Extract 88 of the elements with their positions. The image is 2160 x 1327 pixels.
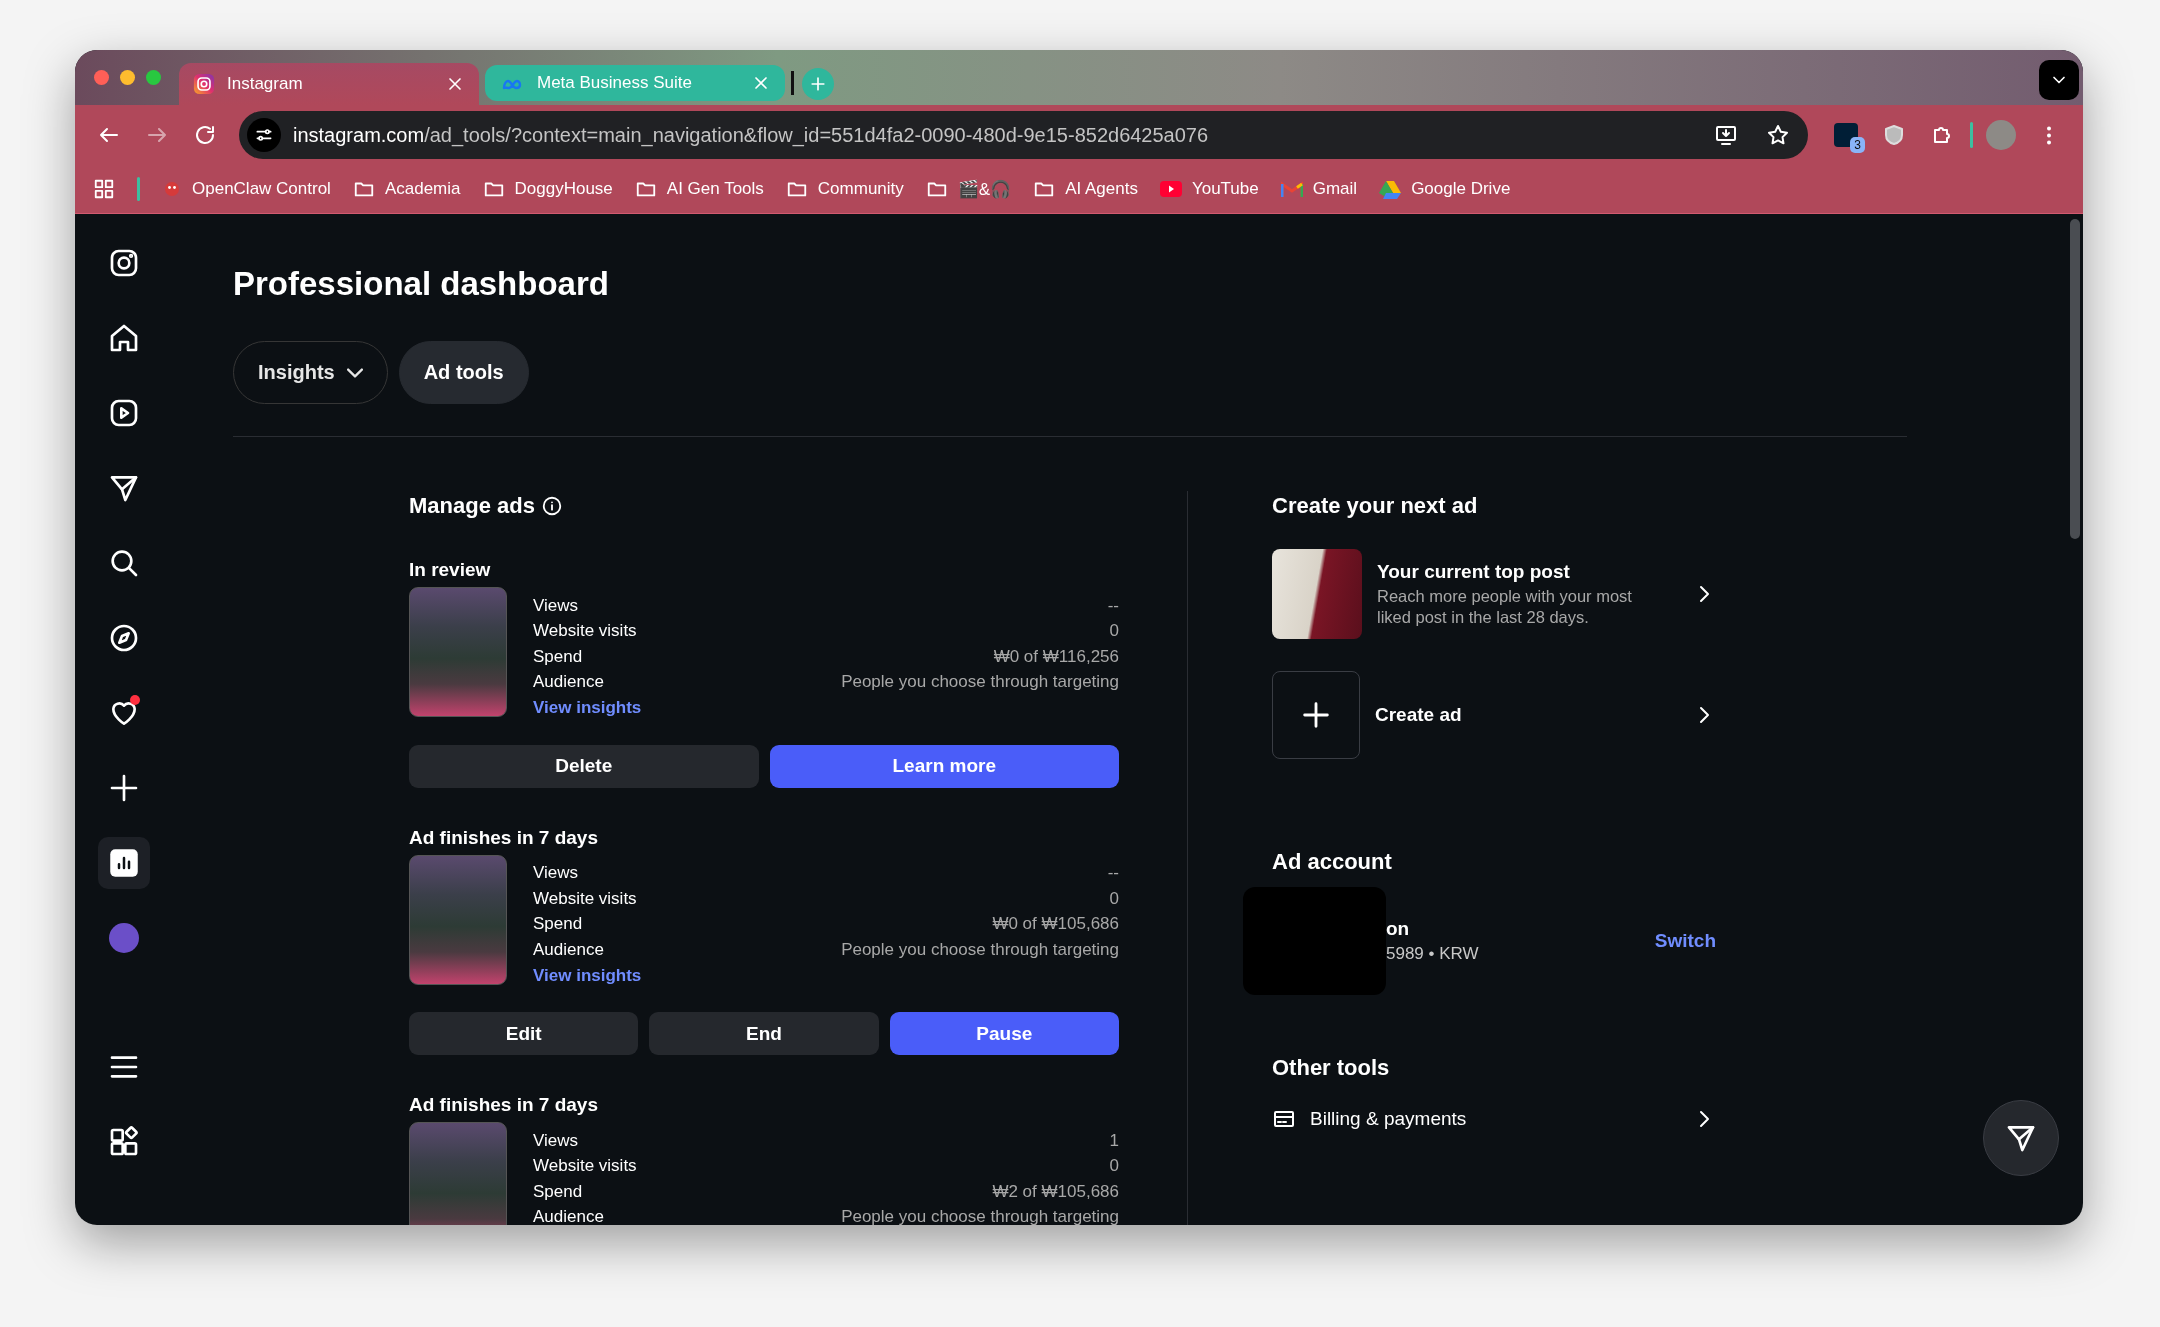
option-title: Create ad [1375,703,1463,727]
stat-value: -- [1107,863,1119,884]
stat-label: Audience [533,672,604,693]
stat-label: Views [533,1130,579,1151]
dashboard-tab[interactable]: Ad tools [398,341,529,404]
shield-icon [1882,123,1906,147]
stat-label: Views [533,863,579,884]
create-option[interactable]: Create ad [1272,671,1716,759]
bookmark[interactable]: AI Agents [1033,178,1138,200]
view-insights-link[interactable]: View insights [533,698,642,717]
camera-favicon-icon [193,73,215,95]
section-heading: Ad account [1272,848,1393,876]
switch-link[interactable]: Switch [1654,930,1716,952]
monitor-download-icon [1714,123,1738,147]
stat-label: Website visits [533,621,637,642]
stat-label: Audience [533,1207,604,1225]
stat-value: ₩0 of ₩105,686 [992,914,1119,935]
grid-icon [93,178,115,200]
ad-action-button[interactable]: Pause [889,1012,1119,1055]
apps-grid-button[interactable] [93,178,115,200]
stat-value: People you choose through targeting [841,1207,1119,1225]
bookmark[interactable]: Gmail [1280,179,1358,199]
chevron-down-icon [346,367,363,378]
option-description: Reach more people with your most liked post in the last 28 days. [1377,586,1633,628]
stat-value: 0 [1109,621,1119,642]
creature-icon [162,179,182,199]
stat-value: 0 [1109,888,1119,909]
ad-action-button[interactable]: Learn more [769,744,1119,788]
section-heading: Other tools [1272,1054,1391,1082]
stat-label: Website visits [533,1156,637,1177]
stat-value: ₩0 of ₩116,256 [993,646,1119,667]
bookmark[interactable]: AI Gen Tools [634,178,764,200]
ad-status-heading: Ad finishes in 7 days [409,1094,599,1116]
bar-chart-icon [108,848,139,878]
stat-value: People you choose through targeting [841,939,1119,960]
section-heading: Manage ads [409,492,535,520]
ad-action-button[interactable]: Edit [409,1012,639,1055]
ad-action-button[interactable]: End [649,1012,879,1055]
stat-value: -- [1107,595,1119,616]
info-icon [540,495,563,517]
stat-label: Spend [533,646,583,667]
address-bar[interactable]: instagram.com/ad_tools/?context=main_navigation&flow_id=551d4fa2-0090-480d-9e15-852d6425a076 [239,111,1808,159]
stat-label: Spend [533,1181,583,1202]
scrollbar-thumb[interactable] [2070,219,2080,539]
account-detail: 5989 • KRW [1386,944,1480,964]
avatar-circle [1986,120,2016,150]
stat-value: People you choose through targeting [841,672,1119,693]
bookmark[interactable]: OpenClaw Control [162,179,331,199]
minimize-window-button[interactable] [120,70,135,85]
stat-value: ₩2 of ₩105,686 [992,1181,1119,1202]
ad-action-button[interactable]: Delete [409,744,759,788]
account-name: on [1386,918,1411,940]
stat-label: Views [533,595,579,616]
bookmark[interactable]: Google Drive [1379,179,1511,199]
sidebar-item[interactable] [97,837,150,889]
url-text: instagram.com/ad_tools/?context=main_navigation&flow_id=551d4fa2-0090-480d-9e15-852d6425a076 [293,123,1210,147]
tab-search-button[interactable] [2039,60,2079,100]
bookmark[interactable]: Academia [352,178,461,200]
extension-button[interactable]: 3 [1826,115,1866,155]
reload-icon [193,123,217,147]
view-insights-link[interactable]: View insights [533,965,642,985]
page-title: Professional dashboard [233,264,610,304]
ad-status-heading: Ad finishes in 7 days [409,826,599,849]
more-vertical-icon [2046,124,2052,146]
bookmark[interactable]: DoggyHouse [482,178,613,200]
section-heading: Create your next ad [1272,492,1479,520]
extension-badge: 3 [1850,137,1865,153]
triangle-icon [1379,179,1402,199]
star-icon [1766,123,1790,147]
close-window-button[interactable] [94,70,109,85]
zoom-window-button[interactable] [146,70,161,85]
stat-value: 0 [1109,1156,1119,1177]
bookmark[interactable]: Community [785,178,904,200]
stat-label: Website visits [533,888,637,909]
tool-item[interactable]: Billing & payments [1272,1107,1716,1131]
play-button-icon [1159,181,1182,197]
avatar-circle [107,922,140,954]
bookmark[interactable]: 🎬&🎧 [925,178,1012,200]
browser-tab[interactable]: Instagram [179,63,479,105]
stat-value: 1 [1109,1130,1119,1151]
ad-status-heading: In review [409,559,492,581]
new-tab-button[interactable] [802,68,834,100]
stat-label: Audience [533,939,604,960]
create-option[interactable]: Your current top post Reach more people with your most liked post in the last 28 days. [1272,549,1716,639]
envelope-m-icon [1280,180,1303,198]
option-title: Your current top post [1377,560,1571,584]
stat-label: Spend [533,914,583,935]
bookmark[interactable]: YouTube [1159,179,1259,199]
